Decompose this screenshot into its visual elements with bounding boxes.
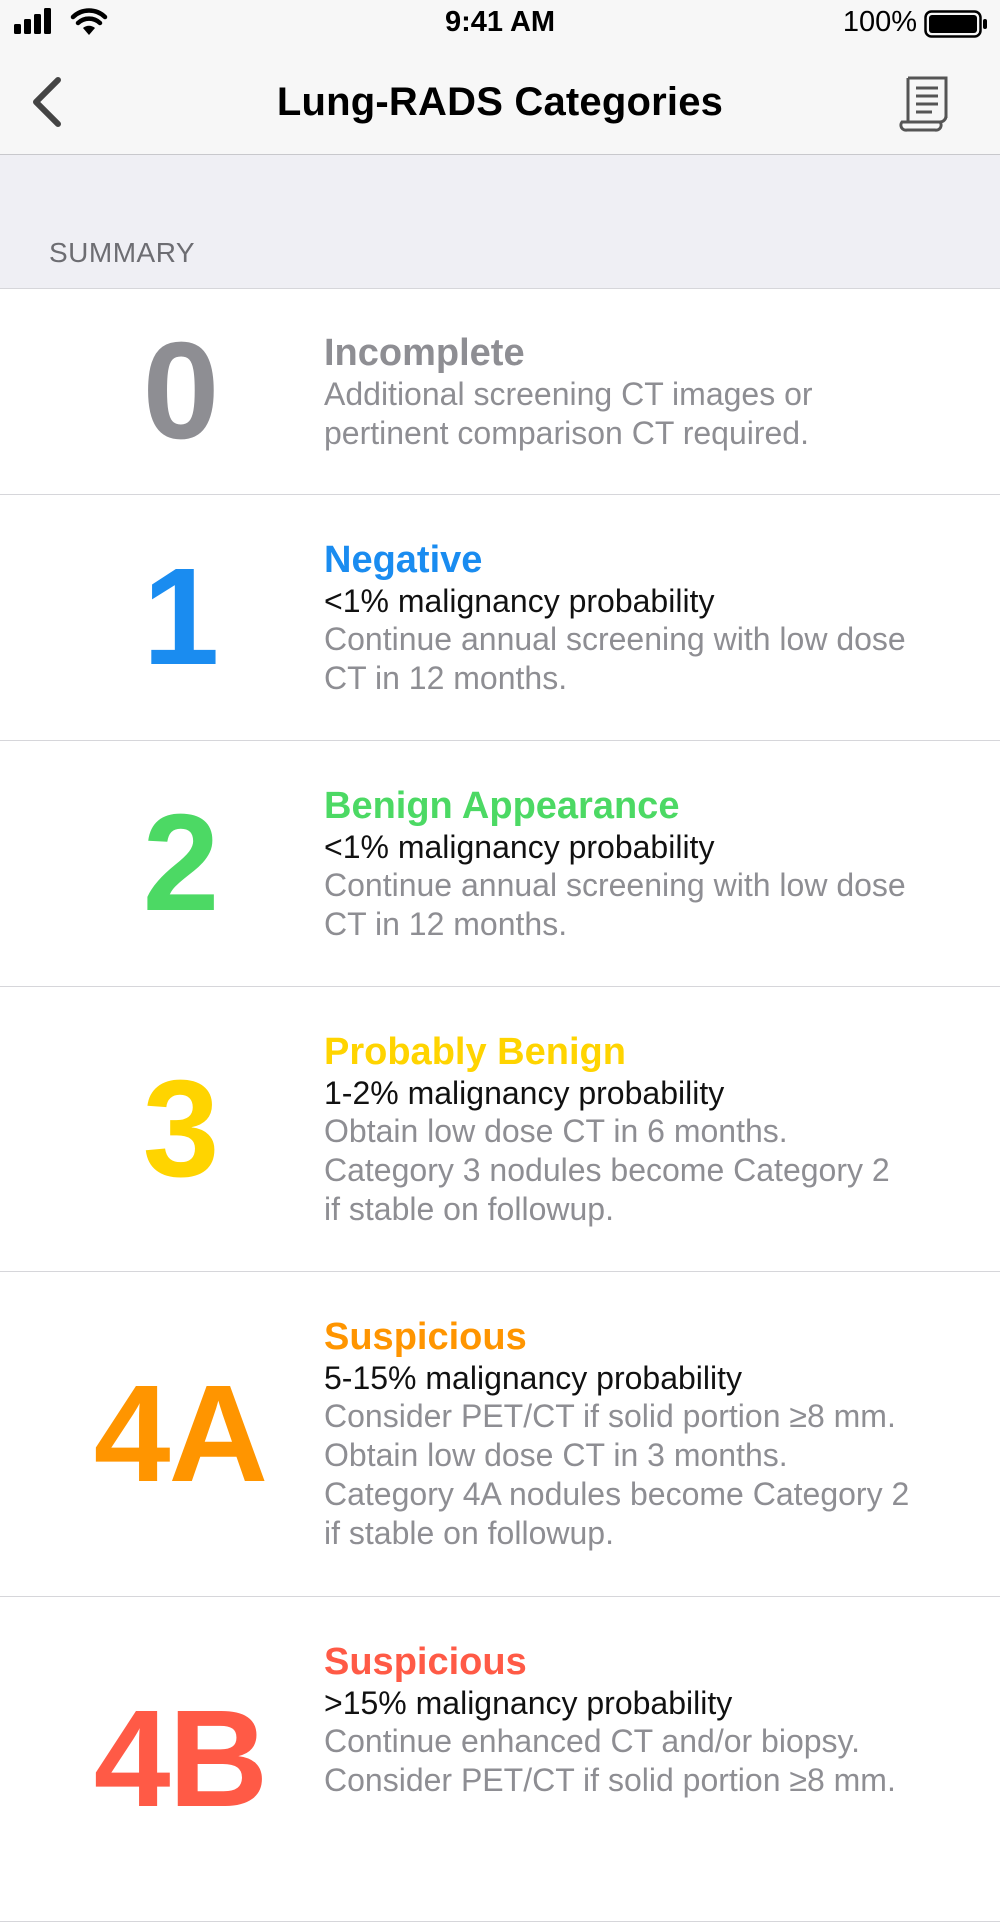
category-title: Benign Appearance [324,785,680,827]
category-title: Negative [324,539,483,581]
category-row-4b[interactable]: 4B Suspicious >15% malignancy probabilit… [0,1597,1000,1922]
category-description-line: Continue enhanced CT and/or biopsy. [324,1723,861,1759]
category-title: Incomplete [324,332,525,374]
category-description-line: Obtain low dose CT in 6 months. [324,1113,788,1149]
page-title: Lung-RADS Categories [276,80,724,124]
document-scroll-icon[interactable] [898,72,954,132]
category-description-line: Continue annual screening with low dose [324,867,906,903]
category-description-line: if stable on followup. [324,1515,614,1551]
category-number: 2 [142,786,220,940]
category-row-0[interactable]: 0 Incomplete Additional screening CT ima… [0,289,1000,495]
category-number: 1 [142,540,220,694]
category-number: 4A [93,1356,268,1511]
category-description-line: Additional screening CT images or [324,376,813,412]
category-list: 0 Incomplete Additional screening CT ima… [0,289,1000,1922]
category-description-line: Consider PET/CT if solid portion ≥8 mm. [324,1398,896,1434]
category-title: Suspicious [324,1316,527,1358]
category-description-line: Category 3 nodules become Category 2 [324,1152,890,1188]
category-description-line: CT in 12 months. [324,660,568,696]
category-probability: 1-2% malignancy probability [324,1075,725,1111]
category-row-1[interactable]: 1 Negative <1% malignancy probability Co… [0,495,1000,741]
category-number: 0 [142,314,220,468]
battery-percent: 100% [842,6,917,38]
status-bar: 9:41 AM 100% [0,0,1000,50]
category-description-line: Category 4A nodules become Category 2 [324,1476,910,1512]
category-title: Suspicious [324,1641,527,1683]
category-title: Probably Benign [324,1031,626,1073]
category-description-line: Obtain low dose CT in 3 months. [324,1437,788,1473]
category-probability: <1% malignancy probability [324,829,715,865]
category-row-2[interactable]: 2 Benign Appearance <1% malignancy proba… [0,741,1000,987]
category-description-line: Consider PET/CT if solid portion ≥8 mm. [324,1762,896,1798]
category-description-line: Continue annual screening with low dose [324,621,906,657]
battery-icon [924,10,987,38]
category-row-4a[interactable]: 4A Suspicious 5-15% malignancy probabili… [0,1272,1000,1597]
category-description-line: CT in 12 months. [324,906,568,942]
category-probability: <1% malignancy probability [324,583,715,619]
section-label: SUMMARY [49,237,196,268]
category-probability: 5-15% malignancy probability [324,1360,742,1396]
category-description-line: if stable on followup. [324,1191,614,1227]
category-number: 3 [142,1051,220,1206]
nav-bar: Lung-RADS Categories [0,50,1000,155]
category-number: 4B [93,1681,268,1836]
section-header: SUMMARY [0,155,1000,289]
category-description-line: pertinent comparison CT required. [324,415,809,451]
category-probability: >15% malignancy probability [324,1685,733,1721]
category-row-3[interactable]: 3 Probably Benign 1-2% malignancy probab… [0,987,1000,1272]
